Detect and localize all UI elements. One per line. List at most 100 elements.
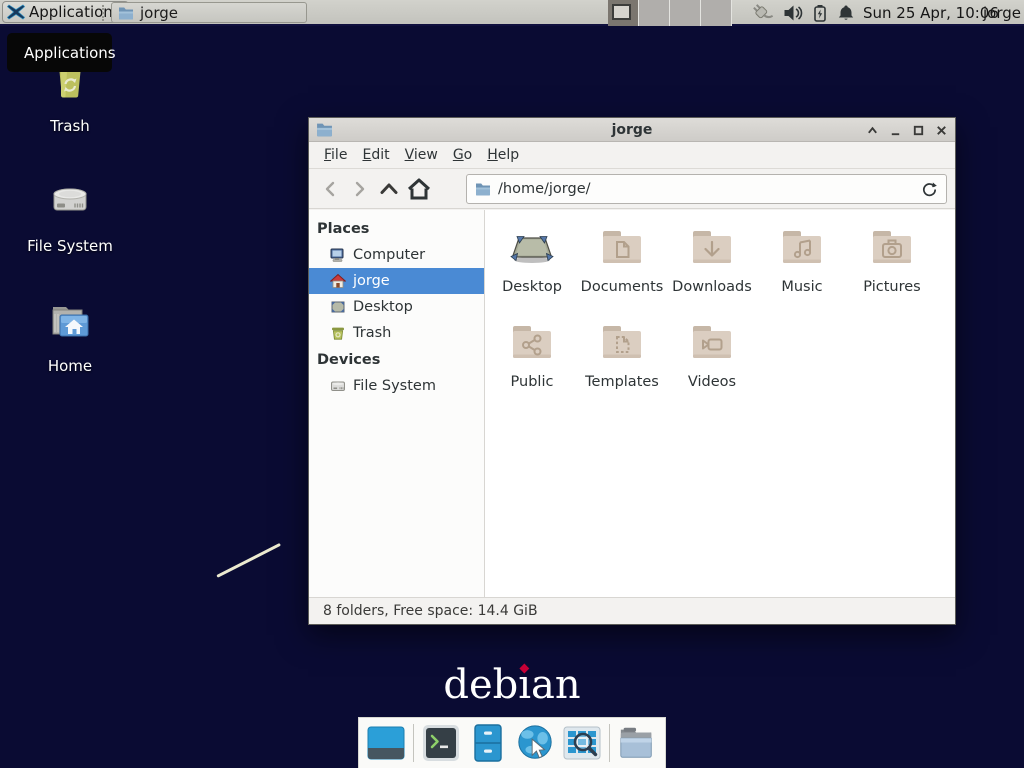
- folder-item-public[interactable]: Public: [487, 318, 577, 413]
- close-button[interactable]: [934, 123, 949, 138]
- window-title: jorge: [309, 122, 955, 138]
- up-icon: [378, 179, 400, 199]
- applications-tooltip-text: Applications: [24, 44, 116, 62]
- up-button[interactable]: [375, 175, 403, 203]
- toolbar: /home/jorge/: [309, 169, 955, 209]
- home-folder-icon: [46, 297, 94, 345]
- volume-icon[interactable]: [783, 4, 803, 22]
- sidebar-item-computer[interactable]: Computer: [309, 242, 484, 268]
- menu-help[interactable]: Help: [480, 143, 526, 167]
- web-browser-icon: [515, 722, 555, 764]
- sidebar-item-label: Trash: [353, 325, 391, 341]
- folder-label: Templates: [577, 374, 667, 390]
- path-text[interactable]: /home/jorge/: [498, 181, 921, 197]
- folder-view[interactable]: Desktop Documents: [485, 210, 955, 597]
- dock-terminal-button[interactable]: [421, 723, 461, 763]
- folder-item-videos[interactable]: Videos: [667, 318, 757, 413]
- desktop-icon-label: File System: [20, 237, 120, 255]
- desktop-icon-home[interactable]: Home: [20, 297, 120, 375]
- dock-show-desktop-button[interactable]: [366, 723, 406, 763]
- dock-application-finder-button[interactable]: [562, 723, 602, 763]
- desktop-icon-label: Trash: [20, 117, 120, 135]
- menu-file[interactable]: File: [317, 143, 354, 167]
- forward-icon: [349, 179, 369, 199]
- sidebar: Places Computer: [309, 210, 485, 597]
- directory-folder-icon: [617, 723, 657, 763]
- folder-item-desktop[interactable]: Desktop: [487, 223, 577, 318]
- dock-separator: [413, 724, 414, 762]
- power-plug-icon[interactable]: [750, 1, 774, 25]
- documents-folder-icon: [598, 223, 646, 271]
- system-tray: [750, 0, 855, 26]
- top-panel: Applications jorge: [0, 0, 1024, 26]
- debian-wordmark: debıan: [443, 662, 580, 708]
- window-titlebar[interactable]: jorge: [309, 118, 955, 142]
- sidebar-item-file-system[interactable]: File System: [309, 373, 484, 399]
- workspace-1[interactable]: [608, 0, 639, 26]
- devices-header: Devices: [309, 346, 484, 373]
- file-manager-window: jorge File Edit View Go Help: [308, 117, 956, 625]
- application-finder-icon: [562, 723, 602, 763]
- folder-item-pictures[interactable]: Pictures: [847, 223, 937, 318]
- workspace-2[interactable]: [639, 0, 670, 26]
- sidebar-item-jorge[interactable]: jorge: [309, 268, 484, 294]
- folder-item-downloads[interactable]: Downloads: [667, 223, 757, 318]
- workspace-4[interactable]: [701, 0, 732, 26]
- drive-small-icon: [330, 378, 346, 394]
- workspace-switcher: [608, 0, 736, 26]
- home-icon: [407, 178, 431, 200]
- statusbar-text: 8 folders, Free space: 14.4 GiB: [323, 603, 538, 619]
- folder-label: Videos: [667, 374, 757, 390]
- folder-item-music[interactable]: Music: [757, 223, 847, 318]
- maximize-button[interactable]: [911, 123, 926, 138]
- taskbar-window-label: jorge: [140, 4, 178, 22]
- videos-folder-icon: [688, 318, 736, 366]
- battery-charging-icon[interactable]: [812, 4, 828, 22]
- back-button[interactable]: [317, 175, 345, 203]
- folder-label: Desktop: [487, 279, 577, 295]
- desktop-icon: [330, 299, 346, 315]
- sidebar-item-desktop[interactable]: Desktop: [309, 294, 484, 320]
- desktop-root: Applications jorge: [0, 0, 1024, 768]
- applications-menu-button[interactable]: Applications: [2, 1, 129, 23]
- panel-username[interactable]: jorge: [983, 0, 1021, 26]
- path-bar[interactable]: /home/jorge/: [466, 174, 947, 204]
- terminal-icon: [421, 723, 461, 763]
- applications-tooltip: Applications: [7, 33, 112, 72]
- desktop-icon-file-system[interactable]: File System: [20, 177, 120, 255]
- folder-item-templates[interactable]: Templates: [577, 318, 667, 413]
- folder-label: Public: [487, 374, 577, 390]
- dock-file-manager-button[interactable]: [468, 723, 508, 763]
- shade-button[interactable]: [865, 123, 880, 138]
- folder-label: Pictures: [847, 279, 937, 295]
- pictures-folder-icon: [868, 223, 916, 271]
- menubar: File Edit View Go Help: [309, 142, 955, 169]
- folder-icon: [118, 6, 134, 20]
- tasklist-handle[interactable]: [102, 5, 108, 21]
- file-cabinet-icon: [468, 723, 508, 763]
- taskbar-window-button[interactable]: jorge: [111, 2, 307, 23]
- xfce-applications-icon: [7, 3, 25, 21]
- folder-label: Documents: [577, 279, 667, 295]
- desktop-surface-icon: [508, 223, 556, 271]
- menu-go[interactable]: Go: [446, 143, 479, 167]
- desktop-scratch-mark: [216, 543, 281, 578]
- sidebar-item-trash[interactable]: Trash: [309, 320, 484, 346]
- home-button[interactable]: [405, 175, 433, 203]
- public-folder-icon: [508, 318, 556, 366]
- hard-drive-icon: [46, 177, 94, 225]
- menu-edit[interactable]: Edit: [355, 143, 396, 167]
- workspace-3[interactable]: [670, 0, 701, 26]
- folder-item-documents[interactable]: Documents: [577, 223, 667, 318]
- folder-label: Downloads: [667, 279, 757, 295]
- forward-button[interactable]: [345, 175, 373, 203]
- notifications-bell-icon[interactable]: [837, 4, 855, 22]
- window-body: Places Computer: [309, 210, 955, 597]
- reload-icon[interactable]: [921, 181, 938, 198]
- dock-web-browser-button[interactable]: [515, 723, 555, 763]
- minimize-button[interactable]: [888, 123, 903, 138]
- dock-directory-menu-button[interactable]: [617, 723, 657, 763]
- menu-view[interactable]: View: [398, 143, 445, 167]
- panel-clock[interactable]: Sun 25 Apr, 10:06: [863, 0, 999, 26]
- bottom-dock: [358, 717, 666, 768]
